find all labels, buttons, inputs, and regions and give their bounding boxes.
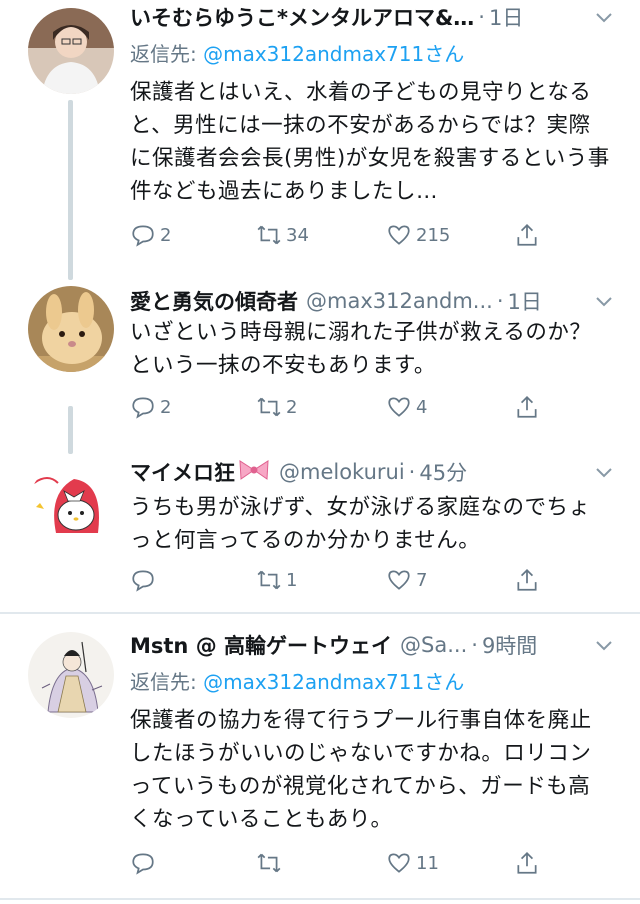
chevron-down-icon[interactable]	[594, 462, 614, 482]
divider	[0, 612, 640, 614]
timestamp[interactable]: 45分	[419, 457, 467, 487]
like-count: 11	[416, 852, 439, 874]
tweet-text: 保護者とはいえ、水着の子どもの見守りとなると、男性には一抹の不安があるからでは？…	[130, 80, 610, 204]
share-icon	[517, 224, 537, 246]
retweet-count: 1	[286, 569, 298, 591]
tweet-actions: 1 7	[130, 565, 550, 595]
retweet-button[interactable]	[256, 848, 286, 878]
reply-button[interactable]: 2	[130, 392, 171, 422]
tweet-text: いざという時母親に溺れた子供が救えるのか？という一抹の不安もあります。	[130, 320, 592, 378]
tweet[interactable]: 愛と勇気の傾奇者 @max312andm... · 1日 いざという時母親に溺れ…	[0, 284, 640, 454]
like-count: 4	[416, 396, 428, 418]
username[interactable]: @Sa...	[400, 633, 467, 657]
retweet-count: 34	[286, 224, 309, 246]
retweet-icon	[257, 853, 281, 873]
heart-icon	[388, 853, 410, 873]
retweet-button[interactable]: 34	[256, 220, 309, 250]
display-name[interactable]: いそむらゆうこ*メンタルアロマ&…	[130, 2, 474, 32]
share-icon	[517, 396, 537, 418]
share-button[interactable]	[514, 565, 540, 595]
reply-to: 返信先: @max312andmax711さん	[130, 670, 465, 694]
display-name[interactable]: 愛と勇気の傾奇者	[130, 286, 298, 316]
reply-to: 返信先: @max312andmax711さん	[130, 42, 465, 66]
like-button[interactable]: 7	[386, 565, 427, 595]
tweet-actions: 11	[130, 848, 550, 878]
tweet[interactable]: Mstn @ 高輪ゲートウェイ @Sa... · 9時間 返信先: @max31…	[0, 628, 640, 898]
like-count: 215	[416, 224, 451, 246]
tweet-text: うちも男が泳げず、女が泳げる家庭なのでちょっと何言ってるのか分かりません。	[130, 495, 591, 553]
retweet-icon	[257, 397, 281, 417]
heart-icon	[388, 397, 410, 417]
tweet[interactable]: いそむらゆうこ*メンタルアロマ&… · 1日 返信先: @max312andma…	[0, 0, 640, 280]
timestamp[interactable]: 1日	[489, 2, 523, 32]
ribbon-emoji-icon	[237, 457, 271, 488]
retweet-icon	[257, 570, 281, 590]
reply-count: 2	[160, 224, 172, 246]
tweet[interactable]: マイメロ狂 @melokurui · 45分 うちも男が泳げず、女が泳げる家庭な…	[0, 455, 640, 605]
retweet-button[interactable]: 2	[256, 392, 297, 422]
retweet-count: 2	[286, 396, 298, 418]
thread-line	[68, 406, 73, 454]
share-button[interactable]	[514, 848, 540, 878]
retweet-icon	[257, 225, 281, 245]
heart-icon	[388, 225, 410, 245]
reply-count: 2	[160, 396, 172, 418]
like-button[interactable]: 215	[386, 220, 450, 250]
tweet-actions: 2 2 4	[130, 392, 550, 422]
share-icon	[517, 569, 537, 591]
like-count: 7	[416, 569, 428, 591]
reply-to-user-link[interactable]: @max312andmax711	[203, 670, 424, 694]
reply-icon	[132, 570, 154, 592]
avatar[interactable]	[28, 8, 114, 94]
chevron-down-icon[interactable]	[594, 291, 614, 311]
tweet-text: 保護者の協力を得て行うプール行事自体を廃止したほうがいいのじゃないですかね。ロリ…	[130, 708, 592, 832]
chevron-down-icon[interactable]	[594, 635, 614, 655]
share-button[interactable]	[514, 220, 540, 250]
reply-to-user-link[interactable]: @max312andmax711	[203, 42, 424, 66]
username[interactable]: @melokurui	[279, 460, 405, 484]
avatar[interactable]	[28, 632, 114, 718]
display-name[interactable]: Mstn @ 高輪ゲートウェイ	[130, 630, 392, 660]
like-button[interactable]: 11	[386, 848, 439, 878]
reply-button[interactable]: 2	[130, 220, 171, 250]
share-button[interactable]	[514, 392, 540, 422]
reply-button[interactable]	[130, 848, 160, 878]
share-icon	[517, 852, 537, 874]
thread-line	[68, 100, 73, 280]
reply-icon	[132, 225, 154, 247]
reply-icon	[132, 397, 154, 419]
avatar[interactable]	[28, 286, 114, 372]
chevron-down-icon[interactable]	[594, 7, 614, 27]
username[interactable]: @max312andm...	[306, 289, 493, 313]
tweet-actions: 2 34 215	[130, 220, 550, 250]
display-name[interactable]: マイメロ狂	[130, 457, 235, 487]
reply-icon	[132, 853, 154, 875]
timestamp[interactable]: 9時間	[482, 630, 537, 660]
timestamp[interactable]: 1日	[508, 286, 542, 316]
reply-button[interactable]	[130, 565, 160, 595]
heart-icon	[388, 570, 410, 590]
divider	[0, 898, 640, 900]
like-button[interactable]: 4	[386, 392, 427, 422]
avatar[interactable]	[28, 463, 114, 549]
retweet-button[interactable]: 1	[256, 565, 297, 595]
